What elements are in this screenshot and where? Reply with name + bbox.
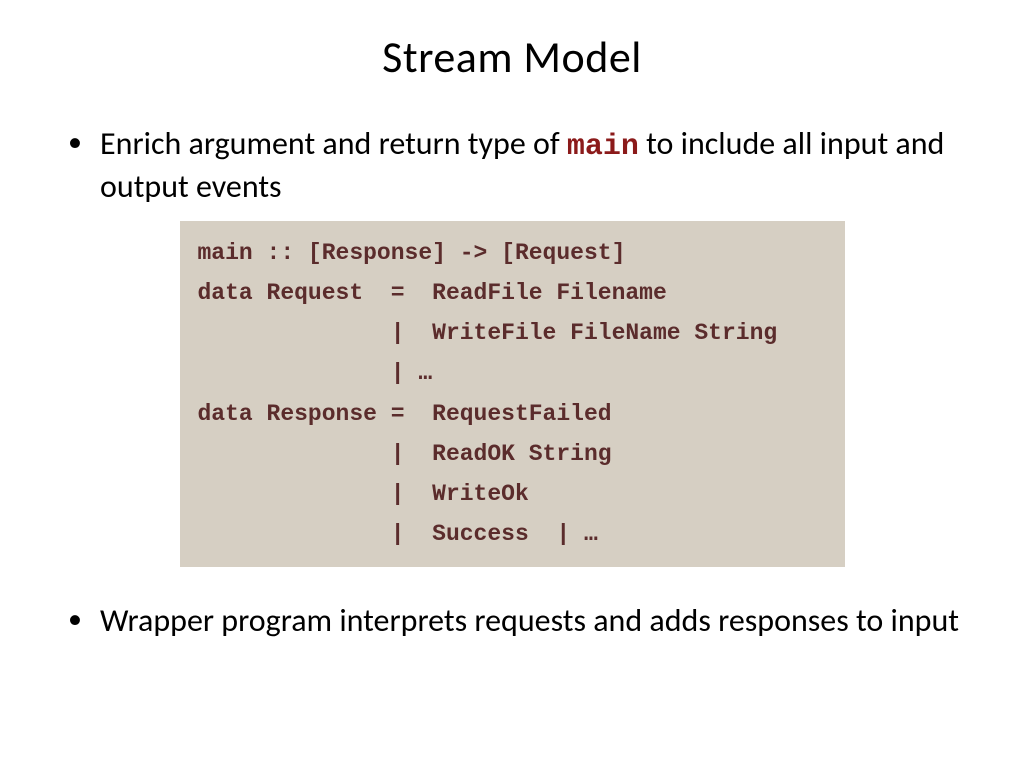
- code-line-2: data Request = ReadFile Filename: [198, 273, 827, 313]
- bullet-text-2: Wrapper program interprets requests and …: [100, 601, 959, 640]
- bullet-item-2: Wrapper program interprets requests and …: [60, 601, 964, 641]
- code-line-6: | ReadOK String: [198, 434, 827, 474]
- bullet-list-2: Wrapper program interprets requests and …: [60, 601, 964, 641]
- bullet-item-1: Enrich argument and return type of main …: [60, 124, 964, 207]
- code-line-7: | WriteOk: [198, 474, 827, 514]
- bullet-text-1a: Enrich argument and return type of: [100, 124, 567, 163]
- code-line-3: | WriteFile FileName String: [198, 313, 827, 353]
- code-block: main :: [Response] -> [Request] data Req…: [180, 221, 845, 567]
- inline-code-main: main: [567, 130, 639, 164]
- code-line-1: main :: [Response] -> [Request]: [198, 233, 827, 273]
- bullet-list: Enrich argument and return type of main …: [60, 124, 964, 207]
- code-line-4: | …: [198, 353, 827, 393]
- slide-title: Stream Model: [60, 30, 964, 84]
- code-line-5: data Response = RequestFailed: [198, 394, 827, 434]
- code-line-8: | Success | …: [198, 514, 827, 554]
